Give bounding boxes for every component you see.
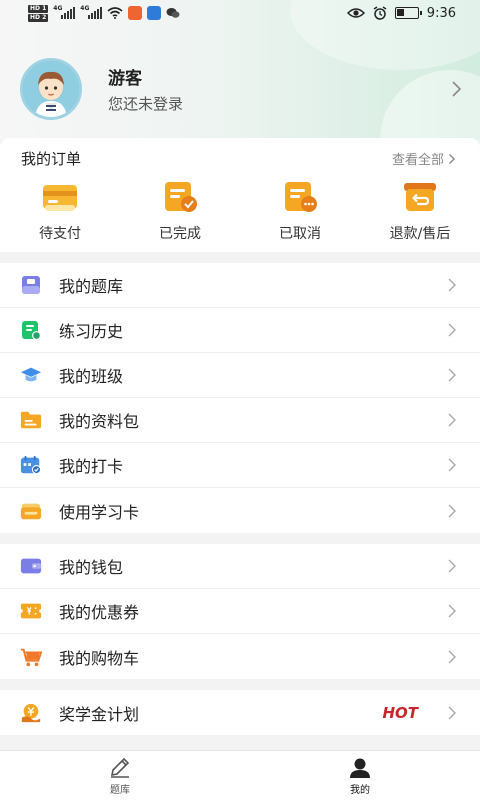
menu-item-materials[interactable]: 我的资料包 [0,398,480,443]
study-card-icon [20,503,42,519]
menu-item-coupons[interactable]: 我的优惠券 [0,589,480,634]
chevron-right-icon [448,323,456,337]
status-time: 9:36 [426,5,456,21]
app-notification-icon [147,6,162,20]
chevron-right-icon [448,650,456,663]
battery-icon [394,7,422,19]
profile-header[interactable]: 游客 您还未登录 [20,58,466,120]
coupon-icon [20,603,42,619]
tab-question-bank[interactable]: 题库 [0,751,240,800]
orders-title: 我的订单 [21,150,82,168]
app-notification-icon [128,6,143,20]
chevron-right-icon [448,504,456,517]
scholarship-icon [21,703,41,722]
menu-item-wallet[interactable]: 我的钱包 [0,544,480,589]
graduation-cap-icon [20,367,42,382]
menu-item-study-card[interactable]: 使用学习卡 [0,488,480,533]
chevron-right-icon [448,458,456,472]
chevron-right-icon [448,604,456,618]
chevron-right-icon [448,278,456,292]
profile-name: 游客 [108,69,142,89]
chevron-right-icon [448,559,456,573]
order-refund-aftersales[interactable]: 退款/售后 [360,181,480,243]
signal-icon: 4G [80,5,103,19]
order-pending-payment[interactable]: 待支付 [0,181,120,243]
calendar-check-icon [20,455,42,475]
tab-mine[interactable]: 我的 [240,751,480,800]
menu-item-my-class[interactable]: 我的班级 [0,353,480,398]
chevron-right-icon [448,368,456,382]
hot-badge: HOT [382,703,418,722]
bottom-navigation: 题库 我的 [0,750,480,800]
alarm-icon [373,6,387,20]
hd-indicator: HD 1 HD 2 [28,4,49,22]
menu-group-scholarship: 奖学金计划 HOT [0,690,480,735]
login-prompt: 您还未登录 [108,95,184,113]
order-completed[interactable]: 已完成 [120,181,240,243]
view-all-orders-link[interactable]: 查看全部 [392,149,456,168]
cancel-document-icon [285,182,317,212]
orders-card: 我的订单 查看全部 待支付 已完成 已取消 退款/售后 [0,138,480,252]
menu-item-check-in[interactable]: 我的打卡 [0,443,480,488]
menu-item-question-bank[interactable]: 我的题库 [0,263,480,308]
eye-icon [346,8,365,18]
shopping-cart-icon [20,648,42,666]
status-bar: HD 1 HD 2 4G 4G 9:36 [0,0,480,26]
chevron-right-icon[interactable] [446,79,466,99]
wallet-icon [20,558,42,574]
wechat-icon [166,8,180,18]
question-bank-icon [22,276,40,294]
menu-item-practice-history[interactable]: 练习历史 [0,308,480,353]
avatar[interactable] [20,58,82,120]
chevron-right-icon [449,153,455,164]
menu-item-cart[interactable]: 我的购物车 [0,634,480,679]
wifi-icon [107,7,123,19]
return-box-icon [404,183,436,211]
menu-group-study: 我的题库 练习历史 我的班级 我的资料包 我的打卡 使用学习卡 [0,263,480,533]
history-doc-icon [22,321,41,340]
signal-icon: 4G [53,5,76,19]
menu-item-scholarship[interactable]: 奖学金计划 HOT [0,690,480,735]
person-icon [350,758,370,778]
check-document-icon [165,182,197,212]
menu-group-wallet: 我的钱包 我的优惠券 我的购物车 [0,544,480,679]
card-pending-icon [43,185,77,211]
chevron-right-icon [448,413,456,427]
folder-icon [20,411,42,429]
order-cancelled[interactable]: 已取消 [240,181,360,243]
pencil-icon [110,757,130,778]
chevron-right-icon [448,706,456,719]
